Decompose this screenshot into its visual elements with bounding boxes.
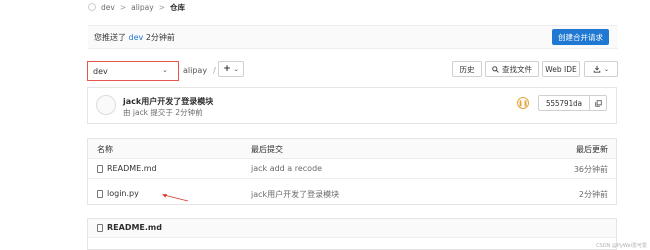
download-icon (593, 65, 601, 73)
chevron-down-icon: ⌄ (603, 65, 610, 73)
project-avatar (88, 3, 96, 11)
watermark: CSDN @PyWei爱可爱 (596, 243, 647, 249)
annotation-arrow (162, 194, 189, 202)
commit-meta: 由 jack 提交于 2分钟前 (123, 108, 203, 117)
plus-icon: + (223, 64, 231, 74)
copy-icon (594, 99, 602, 107)
pause-icon[interactable]: ❚❚ (517, 97, 529, 109)
copy-sha-button[interactable] (590, 95, 607, 111)
push-notice: 您推送了 dev 2分钟前 创建合并请求 (88, 25, 618, 49)
commit-sha[interactable]: 555791da (538, 95, 590, 111)
push-notice-text: 您推送了 dev 2分钟前 (94, 32, 175, 43)
create-merge-request-button[interactable]: 创建合并请求 (552, 29, 609, 45)
file-last-commit[interactable]: jack用户开发了登录模块 (251, 189, 339, 200)
branch-selector[interactable]: dev ⌄ (87, 61, 179, 81)
readme-title-text: README.md (107, 223, 162, 232)
find-file-label: 查找文件 (502, 64, 532, 74)
breadcrumb-separator: > (119, 2, 127, 12)
file-icon (97, 223, 103, 232)
branch-name: dev (93, 67, 108, 76)
file-last-commit[interactable]: jack add a recode (251, 164, 322, 173)
notice-time: 2分钟前 (145, 33, 175, 42)
add-dropdown-button[interactable]: + ⌄ (218, 61, 244, 77)
file-last-update: 36分钟前 (573, 165, 608, 174)
file-last-update: 2分钟前 (578, 190, 608, 199)
table-row[interactable]: README.md jack add a recode 36分钟前 (88, 159, 616, 179)
chevron-down-icon: ⌄ (162, 66, 168, 74)
breadcrumb-current: 仓库 (169, 2, 185, 12)
file-name-cell[interactable]: login.py (97, 189, 139, 198)
readme-title[interactable]: README.md (97, 223, 162, 232)
search-icon (492, 65, 499, 73)
file-icon (97, 164, 103, 173)
notice-branch-link[interactable]: dev (129, 33, 144, 42)
readme-header: README.md (88, 219, 616, 238)
notice-prefix: 您推送了 (94, 33, 126, 42)
header-name: 名称 (97, 145, 113, 154)
web-ide-button[interactable]: Web IDE (542, 61, 580, 77)
path-separator: / (213, 66, 216, 75)
download-button[interactable]: ⌄ (584, 61, 618, 77)
file-icon (97, 189, 103, 198)
file-name[interactable]: README.md (107, 164, 157, 173)
breadcrumb-repo[interactable]: alipay (131, 3, 154, 12)
chevron-down-icon: ⌄ (233, 65, 239, 73)
breadcrumb: dev > alipay > 仓库 (88, 2, 185, 12)
author-avatar[interactable] (96, 95, 116, 115)
commit-title[interactable]: jack用户开发了登录模块 (123, 96, 213, 107)
find-file-button[interactable]: 查找文件 (485, 61, 539, 77)
file-name-cell[interactable]: README.md (97, 164, 157, 173)
header-last-commit: 最后提交 (251, 145, 283, 154)
history-button[interactable]: 历史 (452, 61, 482, 77)
file-name[interactable]: login.py (107, 189, 139, 198)
header-last-update: 最后更新 (576, 145, 608, 154)
path-root-link[interactable]: alipay (183, 66, 207, 75)
breadcrumb-separator: > (158, 2, 165, 12)
readme-panel: README.md (87, 218, 617, 250)
last-commit-card: jack用户开发了登录模块 由 jack 提交于 2分钟前 ❚❚ 555791d… (87, 87, 617, 124)
table-header: 名称 最后提交 最后更新 (88, 139, 616, 159)
breadcrumb-project[interactable]: dev (101, 3, 115, 12)
repo-path: alipay / (183, 66, 216, 75)
